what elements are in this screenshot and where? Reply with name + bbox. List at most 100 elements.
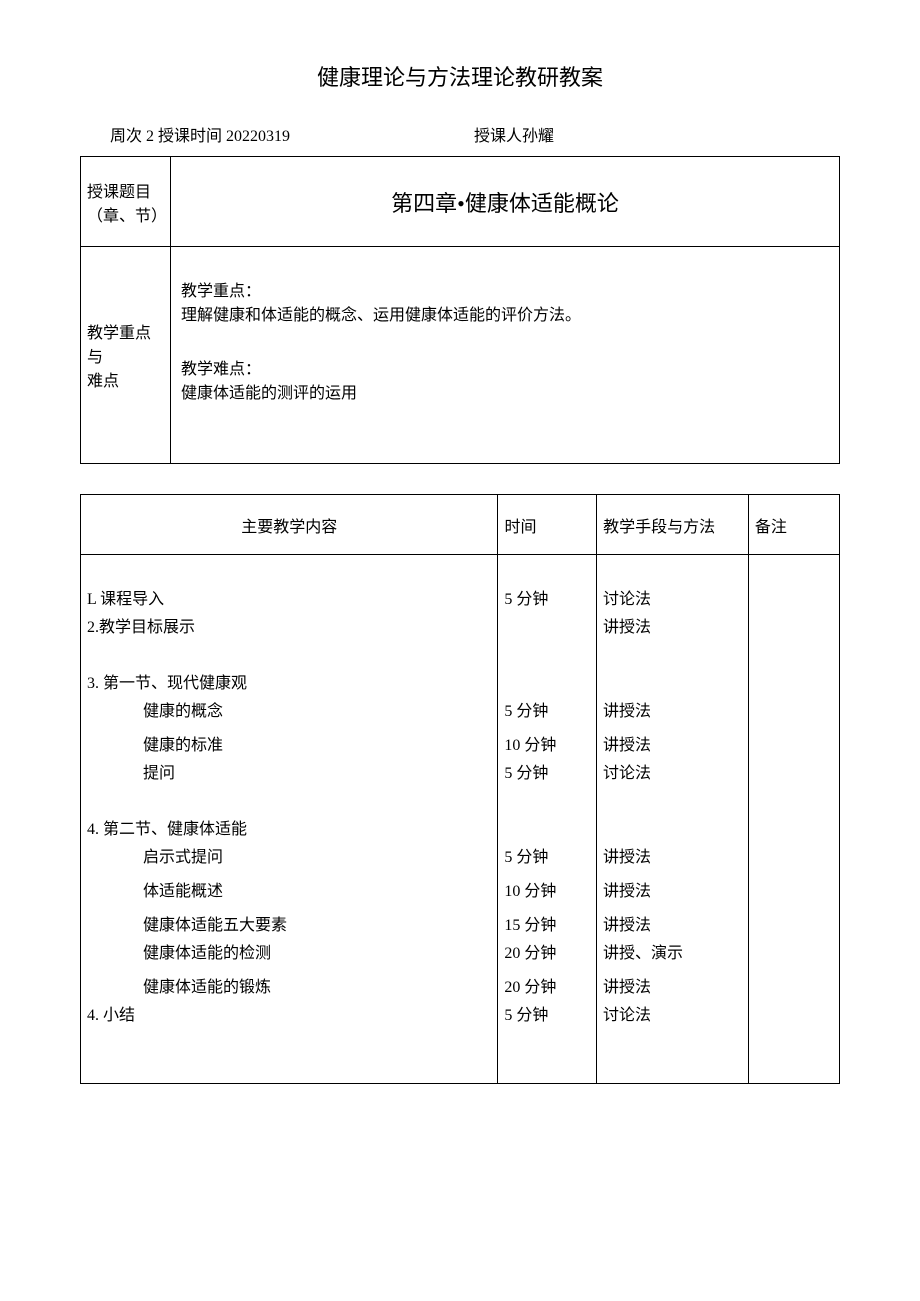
content-text: 提问 [87,759,491,783]
time-cell [498,813,597,841]
method-cell [596,813,748,841]
table-row: 健康体适能的锻炼 20 分钟讲授法 [81,971,839,999]
time-cell: 5 分钟 [498,695,597,723]
table-row: 启示式提问5 分钟讲授法 [81,841,839,869]
method-cell: 讲授法 [596,841,748,869]
time-cell: 15 分钟 [498,909,597,937]
method-cell: 讨论法 [596,757,748,785]
method-cell: 讲授法 [596,611,748,639]
time-cell: 20 分钟 [498,937,597,965]
table-body-row: L 课程导入5 分钟讨论法2.教学目标展示讲授法3. 第一节、现代健康观健康的概… [81,555,840,1084]
difficulty-text: 健康体适能的测评的运用 [181,379,829,403]
method-cell: 讲授、演示 [596,937,748,965]
header-table: 授课题目 （章、节） 第四章•健康体适能概论 教学重点与 难点 教学重点： 理解… [80,156,840,464]
topic-label-line2: （章、节） [87,202,164,226]
topic-cell: 第四章•健康体适能概论 [171,157,840,247]
method-cell: 讲授法 [596,909,748,937]
table-row: 4. 小结 5 分钟讨论法 [81,999,839,1027]
inner-body-table: L 课程导入5 分钟讨论法2.教学目标展示讲授法3. 第一节、现代健康观健康的概… [81,555,839,1083]
spacer-row [81,555,839,583]
content-text: 2.教学目标展示 [87,613,491,637]
method-cell [596,667,748,695]
time-cell: 5 分钟 [498,999,597,1027]
content-cell: 4. 小结 [81,999,498,1027]
content-cell: 体适能概述 [81,875,498,903]
spacer-row [81,639,839,667]
points-cell: 教学重点： 理解健康和体适能的概念、运用健康体适能的评价方法。 教学难点： 健康… [171,247,840,464]
col-method-header: 教学手段与方法 [597,495,749,555]
points-label-line1: 教学重点与 [87,319,164,367]
table-row: 健康体适能五大要素 15 分钟讲授法 [81,909,839,937]
points-label-line2: 难点 [87,367,164,391]
note-cell [748,757,839,785]
meta-week: 周次 2 授课时间 20220319 [110,122,290,146]
difficulty-heading: 教学难点： [181,355,829,379]
method-cell: 讲授法 [596,875,748,903]
content-text: 启示式提问 [87,843,491,867]
topic-label-cell: 授课题目 （章、节） [81,157,171,247]
content-cell: 2.教学目标展示 [81,611,498,639]
content-text: 4. 小结 [87,1001,491,1025]
content-text: 3. 第一节、现代健康观 [87,669,491,693]
note-cell [748,841,839,869]
time-cell [498,667,597,695]
spacer-row [81,785,839,813]
doc-title: 健康理论与方法理论教研教案 [80,60,840,92]
table-row: 体适能概述 10 分钟讲授法 [81,875,839,903]
content-text: 健康体适能的锻炼 [87,973,491,997]
time-cell: 20 分钟 [498,971,597,999]
content-cell: 4. 第二节、健康体适能 [81,813,498,841]
time-cell: 10 分钟 [498,875,597,903]
content-cell: 健康的概念 [81,695,498,723]
time-cell: 5 分钟 [498,757,597,785]
table-row: 提问 5 分钟讨论法 [81,757,839,785]
meta-instructor: 授课人孙耀 [474,122,554,146]
col-content-header: 主要教学内容 [81,495,498,555]
note-cell [748,875,839,903]
content-text: 健康体适能五大要素 [87,911,491,935]
content-cell: 健康体适能五大要素 [81,909,498,937]
content-cell: 健康体适能的锻炼 [81,971,498,999]
content-cell: 健康体适能的检测 [81,937,498,965]
content-cell: 启示式提问 [81,841,498,869]
table-row: 健康的概念5 分钟讲授法 [81,695,839,723]
col-note-header: 备注 [748,495,839,555]
time-cell: 10 分钟 [498,729,597,757]
col-time-header: 时间 [498,495,597,555]
content-cell: L 课程导入 [81,583,498,611]
topic-label-line1: 授课题目 [87,178,164,202]
content-text: 4. 第二节、健康体适能 [87,815,491,839]
table-row: 健康的标准 10 分钟讲授法 [81,729,839,757]
note-cell [748,583,839,611]
spacer-row [81,1027,839,1055]
note-cell [748,729,839,757]
time-cell: 5 分钟 [498,583,597,611]
note-cell [748,611,839,639]
table-row: 健康体适能的检测 20 分钟讲授、演示 [81,937,839,965]
content-cell: 健康的标准 [81,729,498,757]
content-text: 健康的标准 [87,731,491,755]
table-row: L 课程导入5 分钟讨论法 [81,583,839,611]
content-cell: 提问 [81,757,498,785]
note-cell [748,999,839,1027]
content-text: 健康体适能的检测 [87,939,491,963]
table-row: 4. 第二节、健康体适能 [81,813,839,841]
method-cell: 讲授法 [596,729,748,757]
content-text: 体适能概述 [87,877,491,901]
method-cell: 讲授法 [596,971,748,999]
spacer-row [81,1055,839,1083]
method-cell: 讨论法 [596,999,748,1027]
focus-text: 理解健康和体适能的概念、运用健康体适能的评价方法。 [181,301,829,325]
meta-line: 周次 2 授课时间 20220319 授课人孙耀 [80,122,840,146]
method-cell: 讨论法 [596,583,748,611]
table-row: 3. 第一节、现代健康观 [81,667,839,695]
note-cell [748,813,839,841]
note-cell [748,937,839,965]
note-cell [748,695,839,723]
note-cell [748,971,839,999]
time-cell [498,611,597,639]
content-table: 主要教学内容 时间 教学手段与方法 备注 L 课程导入5 分钟讨论法2.教学目标… [80,494,840,1084]
table-header-row: 主要教学内容 时间 教学手段与方法 备注 [81,495,840,555]
table-row: 2.教学目标展示 讲授法 [81,611,839,639]
method-cell: 讲授法 [596,695,748,723]
